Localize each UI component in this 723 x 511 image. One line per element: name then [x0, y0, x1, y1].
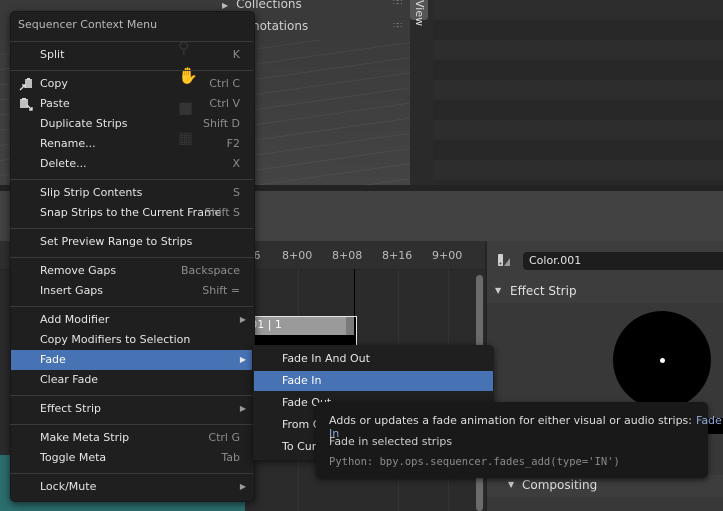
- menu-separator: [10, 70, 253, 71]
- ruler-tick: 8+08: [332, 249, 363, 262]
- menu-item-clear-fade[interactable]: Clear Fade: [11, 370, 252, 390]
- menu-item-fade[interactable]: Fade ▶: [11, 350, 252, 370]
- menu-separator: [10, 41, 253, 42]
- menu-title: Sequencer Context Menu: [18, 18, 158, 31]
- striped-list-area: [433, 0, 723, 185]
- submenu-arrow-icon: ▶: [239, 482, 246, 491]
- menu-item-effect-strip[interactable]: Effect Strip ▶: [11, 399, 252, 419]
- sidebar-gutter: [410, 0, 434, 188]
- menu-item-add-modifier[interactable]: Add Modifier ▶: [11, 310, 252, 330]
- submenu-arrow-icon: ▶: [239, 315, 246, 324]
- menu-separator: [10, 424, 253, 425]
- menu-item-paste[interactable]: Paste Ctrl V: [11, 94, 252, 114]
- effect-strip-title: Effect Strip: [510, 284, 577, 298]
- menu-separator: [10, 395, 253, 396]
- menu-item-lock-mute[interactable]: Lock/Mute ▶: [11, 477, 252, 497]
- menu-item-duplicate-strips[interactable]: Duplicate Strips Shift D: [11, 114, 252, 134]
- menu-item-copy-modifiers[interactable]: Copy Modifiers to Selection: [11, 330, 252, 350]
- menu-item-copy[interactable]: Copy Ctrl C: [11, 74, 252, 94]
- paste-icon: [20, 98, 33, 111]
- tooltip-subtitle: Fade in selected strips: [329, 435, 453, 448]
- menu-separator: [10, 306, 253, 307]
- menu-item-insert-gaps[interactable]: Insert Gaps Shift =: [11, 281, 252, 301]
- menu-separator: [10, 473, 253, 474]
- menu-item-slip-strip-contents[interactable]: Slip Strip Contents S: [11, 183, 252, 203]
- menu-separator: [10, 179, 253, 180]
- strip-name-field[interactable]: Color.001: [523, 252, 723, 270]
- submenu-arrow-icon: ▶: [239, 404, 246, 413]
- ruler-tick: 8+00: [282, 249, 313, 262]
- menu-separator: [10, 257, 253, 258]
- menu-item-snap-strips[interactable]: Snap Strips to the Current Frame Shift S: [11, 203, 252, 223]
- compositing-title: Compositing: [522, 478, 598, 492]
- triangle-right-icon: ▶: [222, 1, 229, 10]
- submenu-item-fade-in[interactable]: Fade In: [254, 371, 493, 391]
- tooltip-python: Python: bpy.ops.sequencer.fades_add(type…: [329, 456, 620, 468]
- triangle-down-icon: ▼: [508, 480, 515, 489]
- menu-separator: [10, 228, 253, 229]
- drag-handle-icon[interactable]: ∷∷: [393, 21, 402, 30]
- color-wheel-cursor[interactable]: [660, 358, 665, 363]
- drag-handle-icon[interactable]: ∷∷: [393, 0, 402, 7]
- strip-handle-right[interactable]: [346, 317, 354, 335]
- menu-item-split[interactable]: Split K: [11, 45, 252, 65]
- strip-label: Color.001 | 1: [212, 318, 282, 331]
- menu-item-remove-gaps[interactable]: Remove Gaps Backspace: [11, 261, 252, 281]
- submenu-item-fade-in-and-out[interactable]: Fade In And Out: [254, 349, 493, 369]
- menu-item-set-preview-range[interactable]: Set Preview Range to Strips: [11, 232, 252, 252]
- menu-item-rename[interactable]: Rename... F2: [11, 134, 252, 154]
- triangle-down-icon: ▼: [495, 286, 502, 295]
- ruler-tick: 9+00: [432, 249, 463, 262]
- ruler-tick: 8+16: [382, 249, 413, 262]
- copy-icon: [19, 78, 32, 91]
- submenu-arrow-icon: ▶: [239, 355, 246, 364]
- playhead[interactable]: [354, 269, 355, 319]
- menu-item-delete[interactable]: Delete... X: [11, 154, 252, 174]
- menu-item-make-meta-strip[interactable]: Make Meta Strip Ctrl G: [11, 428, 252, 448]
- strip-type-icon: [498, 254, 510, 266]
- menu-item-toggle-meta[interactable]: Toggle Meta Tab: [11, 448, 252, 468]
- tab-view[interactable]: View: [410, 0, 428, 26]
